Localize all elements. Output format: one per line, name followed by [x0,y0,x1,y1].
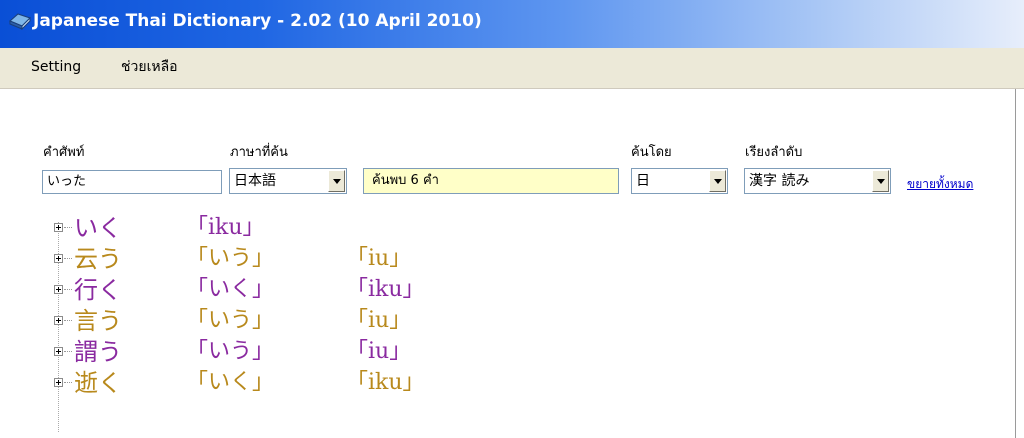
expand-plus-icon[interactable] [54,285,63,294]
title-bar[interactable]: Japanese Thai Dictionary - 2.02 (10 Apri… [0,0,1024,48]
chevron-down-icon [333,179,341,184]
result-row[interactable]: 言う 「いう」 「iu」 [48,307,468,337]
result-romaji: 「iu」 [346,339,412,364]
search-by-label: ค้นโดย [631,145,672,160]
language-select-value: 日本語 [234,173,276,189]
result-row[interactable]: 云う 「いう」 「iu」 [48,245,468,275]
expand-plus-icon[interactable] [54,378,63,387]
result-romaji: 「iu」 [346,246,412,271]
result-romaji: 「iku」 [346,277,425,302]
scrollbar-edge [1015,89,1016,438]
result-row[interactable]: 行く 「いく」 「iku」 [48,276,468,306]
tree-connector [64,227,72,228]
expand-plus-icon[interactable] [54,223,63,232]
result-reading: 「いう」 [186,339,275,364]
search-by-select[interactable]: 日 [631,168,728,194]
result-romaji: 「iu」 [346,308,412,333]
result-romaji: 「iku」 [346,370,425,395]
search-by-select-value: 日 [636,173,650,189]
tree-connector [64,289,72,290]
result-word: 謂う [74,338,122,366]
result-word: 行く [74,276,122,304]
language-dropdown-button[interactable] [328,170,345,192]
search-by-dropdown-button[interactable] [709,170,726,192]
chevron-down-icon [877,179,885,184]
word-label: คำศัพท์ [43,145,85,160]
result-word: 逝く [74,369,122,397]
language-label: ภาษาที่ค้น [230,145,288,160]
result-word: いく [74,214,122,242]
book-icon [9,13,31,30]
word-input[interactable]: いった [42,170,222,194]
menu-item-help[interactable]: ช่วยเหลือ [121,56,178,78]
result-row[interactable]: いく 「iku」 [48,214,468,244]
result-reading: 「iku」 [186,215,265,240]
sort-label: เรียงลำดับ [745,145,803,160]
expand-plus-icon[interactable] [54,254,63,263]
result-word: 言う [74,307,122,335]
sort-dropdown-button[interactable] [872,170,889,192]
expand-all-link[interactable]: ขยายทั้งหมด [907,175,973,194]
result-row[interactable]: 逝く 「いく」 「iku」 [48,369,468,399]
language-select[interactable]: 日本語 [229,168,347,194]
expand-plus-icon[interactable] [54,347,63,356]
expand-plus-icon[interactable] [54,316,63,325]
result-row[interactable]: 謂う 「いう」 「iu」 [48,338,468,368]
sort-select-value: 漢字 読み [749,173,810,189]
result-reading: 「いう」 [186,308,275,333]
result-reading: 「いく」 [186,277,275,302]
tree-connector [64,351,72,352]
menu-item-setting[interactable]: Setting [31,56,81,78]
sort-select[interactable]: 漢字 読み [744,168,891,194]
menu-bar: Setting ช่วยเหลือ [0,48,1024,89]
result-word: 云う [74,245,122,273]
window-title: Japanese Thai Dictionary - 2.02 (10 Apri… [33,11,482,31]
tree-connector [64,258,72,259]
tree-connector [64,320,72,321]
tree-connector [64,382,72,383]
result-reading: 「いう」 [186,246,275,271]
chevron-down-icon [714,179,722,184]
result-count-status: ค้นพบ 6 คำ [363,168,619,194]
result-reading: 「いく」 [186,370,275,395]
